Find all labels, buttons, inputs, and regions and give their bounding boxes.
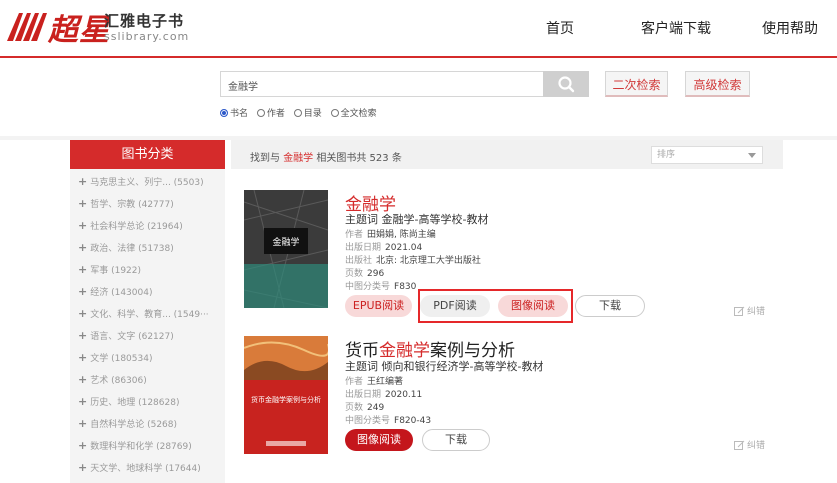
plus-icon: + (78, 241, 88, 254)
book-cover[interactable]: 金融学 (243, 189, 329, 309)
plus-icon: + (78, 285, 88, 298)
book-cover[interactable]: 货币金融学案例与分析 (243, 336, 330, 454)
sidebar-heading: 图书分类 (70, 140, 225, 169)
search-icon (558, 76, 575, 93)
radio-icon (330, 109, 339, 117)
category-item[interactable]: + 语言、文字 (62127) (78, 329, 174, 342)
plus-icon: + (78, 439, 88, 452)
top-header: 超星 汇雅电子书 sslibrary.com 首页 客户端下载 使用帮助 (0, 0, 837, 58)
scope-title-radio[interactable]: 书名 (220, 106, 248, 119)
edit-icon (734, 440, 745, 450)
nav-help[interactable]: 使用帮助 (762, 18, 818, 38)
book-subject: 主题词 倾向和银行经济学-高等学校-教材 (345, 360, 544, 373)
download-button[interactable]: 下载 (575, 295, 645, 317)
search-button[interactable] (543, 71, 589, 97)
category-item[interactable]: + 马克思主义、列宁... (5503) (78, 175, 204, 188)
search-scope-group: 书名 作者 目录 全文检索 (220, 106, 383, 119)
category-item[interactable]: + 艺术 (86306) (78, 373, 147, 386)
download-button[interactable]: 下载 (422, 429, 490, 451)
svg-text:金融学: 金融学 (272, 236, 299, 248)
category-item[interactable]: + 数理科学和化学 (28769) (78, 439, 192, 452)
radio-icon (293, 109, 302, 117)
report-error-link[interactable]: 纠错 (734, 304, 765, 317)
plus-icon: + (78, 417, 88, 430)
category-item[interactable]: + 文学 (180534) (78, 351, 152, 364)
book-author: 作者 田娟娟, 陈尚主编 (345, 230, 436, 240)
secondary-search-button[interactable]: 二次检索 (605, 71, 668, 97)
chevron-down-icon (748, 153, 756, 158)
plus-icon: + (78, 461, 88, 474)
site-title: 汇雅电子书 (104, 12, 185, 30)
annotation-highlight (418, 289, 573, 323)
category-item[interactable]: + 政治、法律 (51738) (78, 241, 174, 254)
category-item[interactable]: + 文化、科学、教育... (1549··· (78, 307, 209, 320)
advanced-search-button[interactable]: 高级检索 (685, 71, 750, 97)
results-summary-bar: 找到与 金融学 相关图书共 523 条 排序 (231, 140, 783, 169)
results-panel: 找到与 金融学 相关图书共 523 条 排序 金融学 金融学 主题词 金融学-高… (231, 140, 783, 483)
plus-icon: + (78, 373, 88, 386)
scope-author-radio[interactable]: 作者 (256, 106, 285, 119)
plus-icon: + (78, 175, 88, 188)
site-url: sslibrary.com (104, 30, 190, 43)
sort-select[interactable]: 排序 (651, 146, 763, 164)
book-date: 出版日期 2021.04 (345, 243, 423, 253)
category-sidebar: 图书分类 + 马克思主义、列宁... (5503) + 哲学、宗教 (42777) … (70, 140, 225, 483)
category-item[interactable]: + 天文学、地球科学 (17644) (78, 461, 201, 474)
category-item[interactable]: + 哲学、宗教 (42777) (78, 197, 174, 210)
epub-read-button[interactable]: EPUB阅读 (345, 295, 412, 317)
category-item[interactable]: + 军事 (1922) (78, 263, 141, 276)
plus-icon: + (78, 329, 88, 342)
category-item[interactable]: + 自然科学总论 (5268) (78, 417, 177, 430)
category-item[interactable]: + 历史、地理 (128628) (78, 395, 179, 408)
book-date: 出版日期 2020.11 (345, 390, 423, 400)
book-pages: 页数 296 (345, 269, 385, 279)
logo-icon[interactable] (5, 9, 47, 47)
logo-wordmark: 超星 (48, 13, 110, 48)
plus-icon: + (78, 395, 88, 408)
nav-client-download[interactable]: 客户端下载 (641, 18, 711, 38)
plus-icon: + (78, 351, 88, 364)
plus-icon: + (78, 219, 88, 232)
plus-icon: + (78, 197, 88, 210)
category-item[interactable]: + 经济 (143004) (78, 285, 152, 298)
book-pages: 页数 249 (345, 403, 385, 413)
image-read-button[interactable]: 图像阅读 (345, 429, 413, 451)
edit-icon (734, 306, 745, 316)
radio-icon (256, 109, 265, 117)
book-publisher: 出版社 北京: 北京理工大学出版社 (345, 256, 481, 266)
category-item[interactable]: + 社会科学总论 (21964) (78, 219, 183, 232)
scope-fulltext-radio[interactable]: 全文检索 (330, 106, 377, 119)
book-clc: 中图分类号 F820-43 (345, 416, 432, 426)
svg-text:货币金融学案例与分析: 货币金融学案例与分析 (251, 395, 321, 404)
nav-home[interactable]: 首页 (546, 18, 574, 38)
search-input[interactable]: 金融学 (220, 71, 543, 97)
scope-toc-radio[interactable]: 目录 (293, 106, 322, 119)
plus-icon: + (78, 263, 88, 276)
results-count: 找到与 金融学 相关图书共 523 条 (250, 153, 402, 164)
search-query: 金融学 (228, 82, 258, 93)
book-clc: 中图分类号 F830 (345, 282, 417, 292)
radio-selected-icon (220, 109, 228, 117)
book-author: 作者 王红编著 (345, 377, 404, 387)
plus-icon: + (78, 307, 88, 320)
book-subject: 主题词 金融学-高等学校-教材 (345, 213, 489, 226)
report-error-link[interactable]: 纠错 (734, 438, 765, 451)
